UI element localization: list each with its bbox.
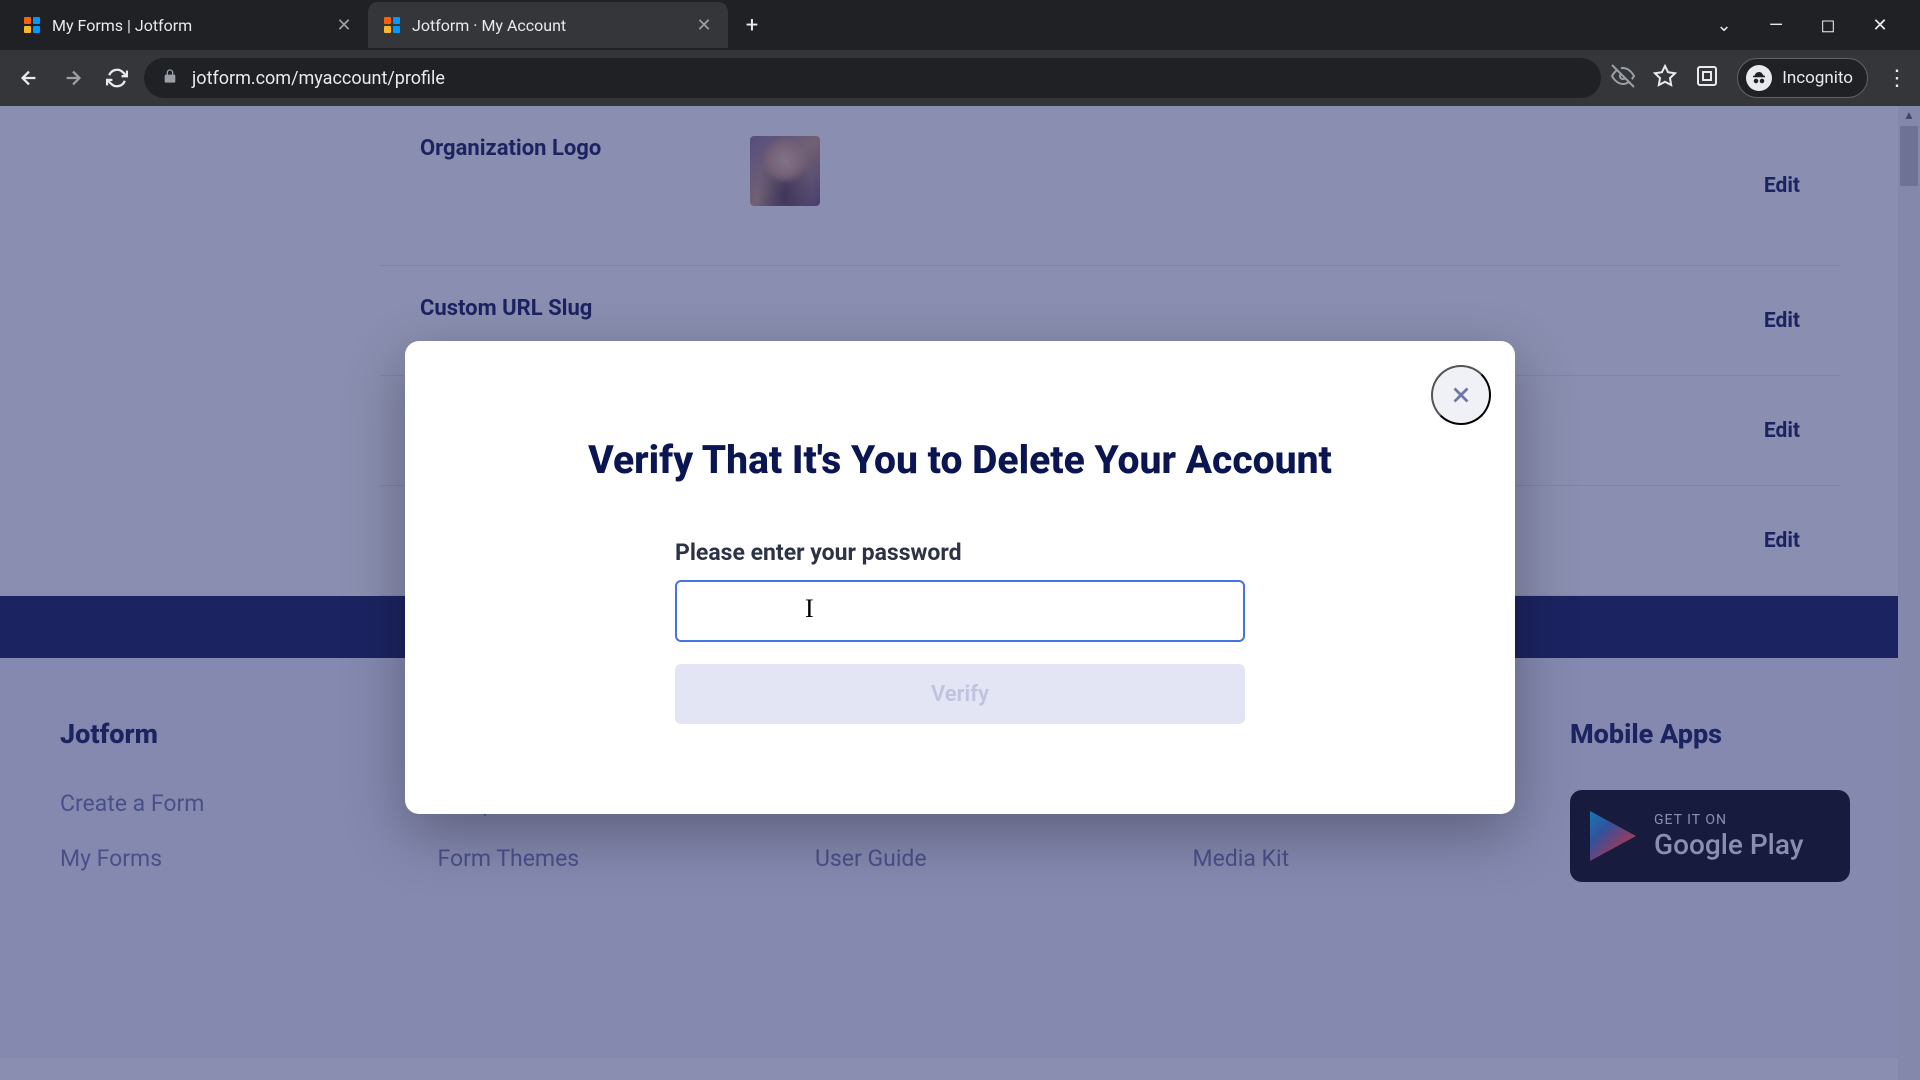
back-button[interactable] <box>12 61 46 95</box>
jotform-favicon-icon <box>22 15 42 35</box>
modal-close-button[interactable] <box>1431 365 1491 425</box>
verify-button[interactable]: Verify <box>675 664 1245 724</box>
kebab-menu-icon[interactable]: ⋮ <box>1886 66 1908 91</box>
jotform-favicon-icon <box>382 15 402 35</box>
browser-chrome: My Forms | Jotform ✕ Jotform · My Accoun… <box>0 0 1920 106</box>
reload-button[interactable] <box>100 61 134 95</box>
new-tab-button[interactable]: + <box>734 7 770 43</box>
page-viewport: Organization Logo Edit Custom URL Slug E… <box>0 106 1920 1080</box>
star-icon[interactable] <box>1653 64 1677 92</box>
browser-tab-1[interactable]: Jotform · My Account ✕ <box>368 2 728 48</box>
incognito-chip[interactable]: Incognito <box>1737 58 1868 98</box>
tab-close-icon[interactable]: ✕ <box>334 15 354 35</box>
address-bar: jotform.com/myaccount/profile Incognito … <box>0 50 1920 106</box>
close-window-icon[interactable]: ✕ <box>1868 13 1892 37</box>
incognito-icon <box>1746 65 1772 91</box>
url-text: jotform.com/myaccount/profile <box>192 68 445 89</box>
forward-button[interactable] <box>56 61 90 95</box>
eye-off-icon[interactable] <box>1611 64 1635 92</box>
incognito-label: Incognito <box>1782 68 1853 88</box>
tab-title: Jotform · My Account <box>412 16 684 35</box>
password-input[interactable] <box>675 580 1245 642</box>
window-controls: ⌄ — ◻ ✕ <box>1712 13 1912 37</box>
modal-title: Verify That It's You to Delete Your Acco… <box>465 437 1455 483</box>
close-icon <box>1448 382 1474 408</box>
extensions-icon[interactable] <box>1695 64 1719 92</box>
verify-delete-modal: Verify That It's You to Delete Your Acco… <box>405 341 1515 814</box>
browser-tab-0[interactable]: My Forms | Jotform ✕ <box>8 2 368 48</box>
chevron-down-icon[interactable]: ⌄ <box>1712 13 1736 37</box>
password-input-label: Please enter your password <box>675 539 1245 566</box>
tab-close-icon[interactable]: ✕ <box>694 15 714 35</box>
tab-bar: My Forms | Jotform ✕ Jotform · My Accoun… <box>0 0 1920 50</box>
url-field[interactable]: jotform.com/myaccount/profile <box>144 58 1601 98</box>
modal-overlay: Verify That It's You to Delete Your Acco… <box>0 106 1920 1080</box>
tab-title: My Forms | Jotform <box>52 16 324 35</box>
maximize-icon[interactable]: ◻ <box>1816 13 1840 37</box>
lock-icon <box>162 68 178 89</box>
minimize-icon[interactable]: — <box>1764 13 1788 37</box>
